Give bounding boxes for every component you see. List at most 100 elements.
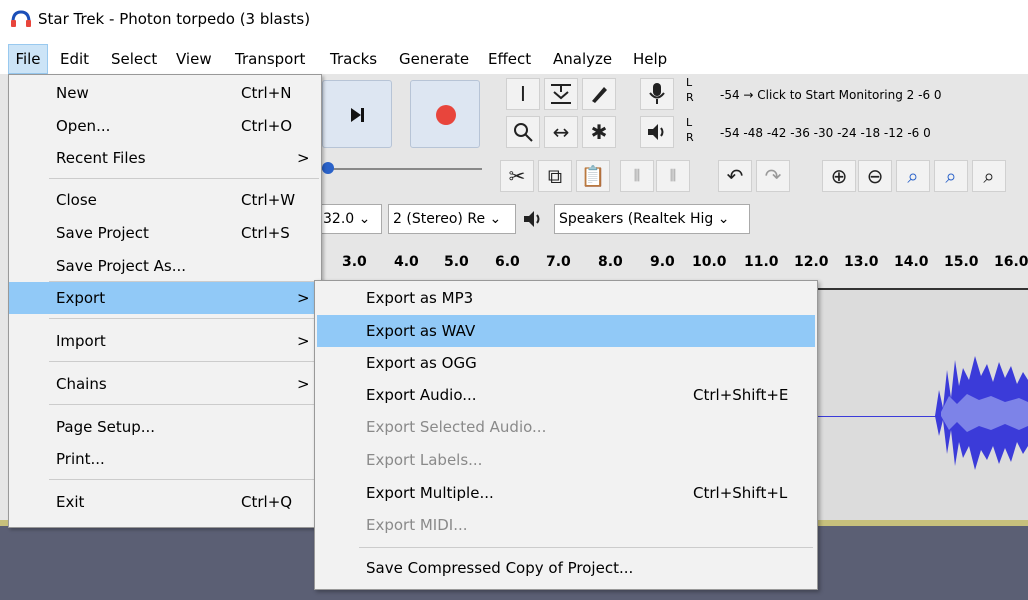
menu-item-label: Export — [56, 289, 106, 307]
menu-effect[interactable]: Effect — [488, 44, 531, 74]
menu-item-new[interactable]: New Ctrl+N — [9, 77, 321, 109]
copy-icon[interactable]: ⧉ — [538, 160, 572, 192]
record-meter-l: L — [686, 76, 693, 89]
menu-item-shortcut: Ctrl+Shift+L — [693, 484, 788, 502]
menu-item-label: Save Project — [56, 224, 149, 242]
menu-item-label: Export as MP3 — [366, 289, 474, 307]
menu-view[interactable]: View — [176, 44, 212, 74]
envelope-tool-icon[interactable] — [544, 78, 578, 110]
play-meter-scale[interactable]: -54 -48 -42 -36 -30 -24 -18 -12 -6 0 — [720, 126, 931, 140]
trim-icon[interactable]: ⫼ — [620, 160, 654, 192]
zoom-in-icon[interactable]: ⊕ — [822, 160, 856, 192]
menu-item-label: Import — [56, 332, 106, 350]
menu-item-shortcut: Ctrl+W — [241, 191, 296, 209]
audio-track[interactable] — [815, 288, 1028, 523]
ruler-tick-label: 13.0 — [844, 254, 879, 270]
ruler-tick-label: 8.0 — [598, 254, 623, 270]
fit-selection-icon[interactable]: ⌕ — [896, 160, 930, 192]
ruler-tick-label: 10.0 — [692, 254, 727, 270]
menu-item-page-setup[interactable]: Page Setup... — [9, 411, 321, 443]
chevron-right-icon: > — [297, 375, 310, 393]
ruler-tick-label: 12.0 — [794, 254, 829, 270]
zoom-tool-icon[interactable] — [506, 116, 540, 148]
time-shift-tool-icon[interactable]: ↔ — [544, 116, 578, 148]
menu-item-close[interactable]: Close Ctrl+W — [9, 184, 321, 216]
menu-item-label: Close — [56, 191, 97, 209]
menu-file[interactable]: File — [8, 44, 48, 74]
zoom-toggle-icon[interactable]: ⌕ — [972, 160, 1006, 192]
ruler-tick-label: 15.0 — [944, 254, 979, 270]
draw-tool-icon[interactable] — [582, 78, 616, 110]
menu-item-save-project[interactable]: Save Project Ctrl+S — [9, 217, 321, 249]
paste-icon[interactable]: 📋 — [576, 160, 610, 192]
menu-item-import[interactable]: Import > — [9, 325, 321, 357]
menu-item-recent-files[interactable]: Recent Files > — [9, 142, 321, 174]
multi-tool-icon[interactable]: ✱ — [582, 116, 616, 148]
channels-value: 2 (Stereo) Re — [393, 211, 486, 227]
zoom-out-icon[interactable]: ⊖ — [858, 160, 892, 192]
gain-slider-track[interactable] — [322, 168, 482, 170]
menu-item-open[interactable]: Open... Ctrl+O — [9, 110, 321, 142]
menu-select[interactable]: Select — [111, 44, 157, 74]
menu-separator — [49, 404, 319, 405]
output-device-select[interactable]: Speakers (Realtek Hig ⌄ — [554, 204, 750, 234]
menu-separator — [49, 361, 319, 362]
audacity-logo-icon — [11, 10, 31, 27]
menu-item-shortcut: Ctrl+S — [241, 224, 290, 242]
menu-item-label: Export Audio... — [366, 386, 477, 404]
skip-to-end-button[interactable] — [322, 80, 392, 148]
speaker-icon[interactable] — [640, 116, 674, 148]
record-meter-scale[interactable]: -54 → Click to Start Monitoring 2 -6 0 — [720, 88, 942, 102]
file-menu: New Ctrl+N Open... Ctrl+O Recent Files >… — [8, 74, 322, 528]
selection-tool-icon[interactable]: I — [506, 78, 540, 110]
menu-item-export-multiple[interactable]: Export Multiple... Ctrl+Shift+L — [317, 477, 815, 509]
record-button[interactable] — [410, 80, 480, 148]
ruler-tick-label: 6.0 — [495, 254, 520, 270]
ruler-tick-label: 4.0 — [394, 254, 419, 270]
chevron-right-icon: > — [297, 289, 310, 307]
gain-slider-thumb[interactable] — [322, 162, 334, 174]
menu-item-export-audio[interactable]: Export Audio... Ctrl+Shift+E — [317, 379, 815, 411]
menu-item-label: Export as OGG — [366, 354, 477, 372]
skip-end-icon — [351, 108, 364, 122]
menu-item-label: Export as WAV — [366, 322, 476, 340]
silence-icon[interactable]: ⫼ — [656, 160, 690, 192]
menu-item-export-wav[interactable]: Export as WAV — [317, 315, 815, 347]
menu-item-shortcut: Ctrl+Shift+E — [693, 386, 789, 404]
cut-icon[interactable]: ✂ — [500, 160, 534, 192]
play-meter-l: L — [686, 116, 693, 129]
menu-item-label: Exit — [56, 493, 85, 511]
fit-project-icon[interactable]: ⌕ — [934, 160, 968, 192]
menu-item-print[interactable]: Print... — [9, 443, 321, 475]
menu-item-export[interactable]: Export > — [9, 282, 321, 314]
microphone-icon[interactable] — [640, 78, 674, 110]
undo-icon[interactable]: ↶ — [718, 160, 752, 192]
menu-help[interactable]: Help — [633, 44, 667, 74]
redo-icon[interactable]: ↷ — [756, 160, 790, 192]
ruler-tick-label: 7.0 — [546, 254, 571, 270]
menu-bar: File Edit Select View Transport Tracks G… — [0, 44, 1028, 74]
menu-item-shortcut: Ctrl+O — [241, 117, 293, 135]
menu-transport[interactable]: Transport — [235, 44, 305, 74]
record-icon — [436, 105, 456, 125]
menu-generate[interactable]: Generate — [399, 44, 469, 74]
menu-item-export-ogg[interactable]: Export as OGG — [317, 347, 815, 379]
project-rate-select[interactable]: 32.0 ⌄ — [318, 204, 382, 234]
menu-item-exit[interactable]: Exit Ctrl+Q — [9, 486, 321, 518]
menu-item-label: Recent Files — [56, 149, 146, 167]
menu-item-shortcut: Ctrl+N — [241, 84, 292, 102]
menu-separator — [359, 547, 813, 548]
channels-select[interactable]: 2 (Stereo) Re ⌄ — [388, 204, 516, 234]
menu-edit[interactable]: Edit — [60, 44, 89, 74]
menu-item-save-compressed-copy[interactable]: Save Compressed Copy of Project... — [317, 552, 815, 584]
menu-item-save-project-as[interactable]: Save Project As... — [9, 250, 321, 282]
menu-item-export-mp3[interactable]: Export as MP3 — [317, 282, 815, 314]
export-submenu: Export as MP3 Export as WAV Export as OG… — [314, 280, 818, 590]
menu-tracks[interactable]: Tracks — [330, 44, 377, 74]
menu-analyze[interactable]: Analyze — [553, 44, 612, 74]
menu-item-label: Chains — [56, 375, 107, 393]
menu-item-label: Save Compressed Copy of Project... — [366, 559, 634, 577]
ruler-tick-label: 5.0 — [444, 254, 469, 270]
menu-item-chains[interactable]: Chains > — [9, 368, 321, 400]
window-title: Star Trek - Photon torpedo (3 blasts) — [38, 10, 311, 28]
